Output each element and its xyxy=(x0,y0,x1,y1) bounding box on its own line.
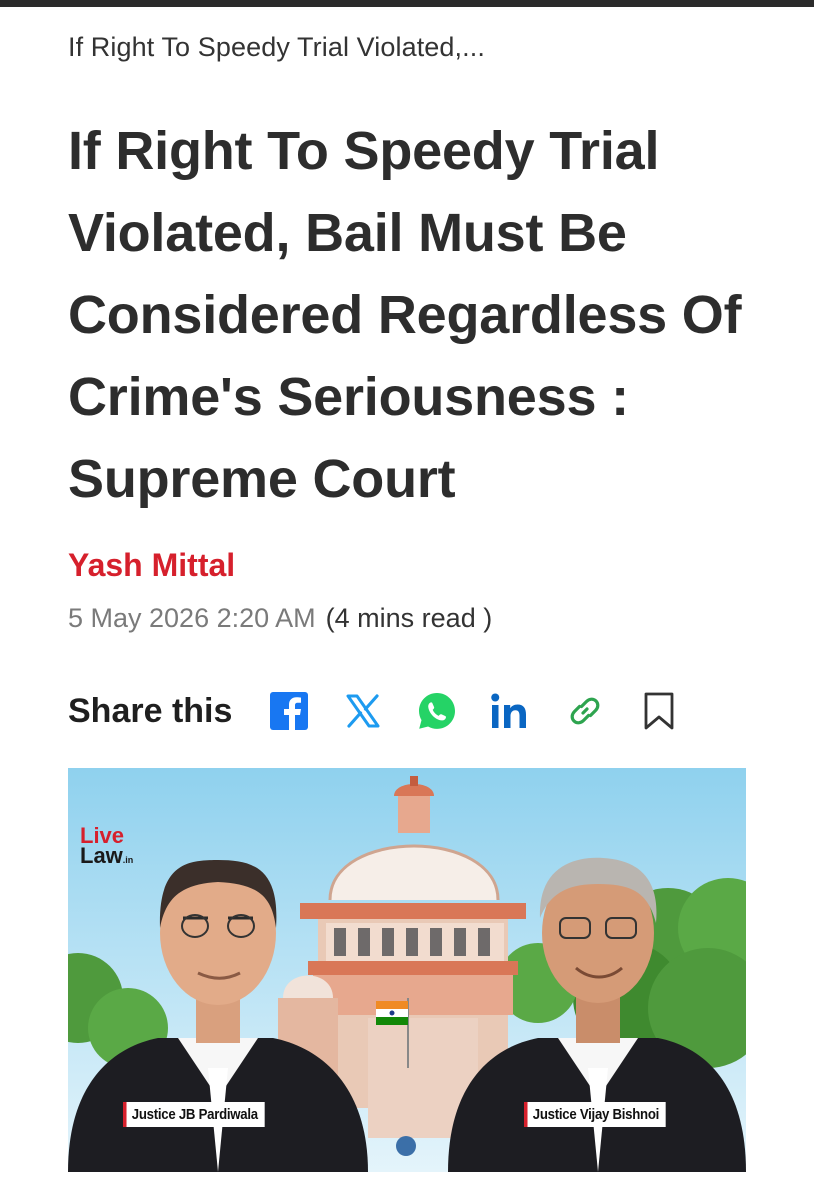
share-linkedin-button[interactable] xyxy=(488,688,534,734)
read-time: (4 mins read ) xyxy=(325,603,493,633)
emblem-icon xyxy=(396,1136,416,1156)
logo-line2: Law.in xyxy=(80,843,134,870)
article-headline: If Right To Speedy Trial Violated, Bail … xyxy=(68,121,742,509)
whatsapp-icon xyxy=(419,693,456,729)
article-meta: 5 May 2026 2:20 AM (4 mins read ) xyxy=(68,603,492,634)
copy-link-button[interactable] xyxy=(562,688,608,734)
bookmark-icon xyxy=(644,692,674,730)
share-whatsapp-button[interactable] xyxy=(414,688,460,734)
linkedin-icon xyxy=(491,693,527,728)
share-label: Share this xyxy=(68,691,233,730)
logo-suffix: .in xyxy=(122,855,134,865)
breadcrumb[interactable]: If Right To Speedy Trial Violated,... xyxy=(68,32,485,63)
x-icon xyxy=(346,694,380,728)
share-facebook-button[interactable] xyxy=(266,688,312,734)
caption-right: Justice Vijay Bishnoi xyxy=(524,1102,667,1127)
logo-line2-text: Law xyxy=(80,843,123,868)
share-bar: Share this xyxy=(68,688,710,734)
publish-date: 5 May 2026 2:20 AM xyxy=(68,603,316,633)
facebook-icon xyxy=(270,692,309,730)
share-x-button[interactable] xyxy=(340,688,386,734)
top-bar xyxy=(0,0,814,7)
livelaw-logo: Live Law.in xyxy=(80,825,134,870)
bookmark-button[interactable] xyxy=(636,688,682,734)
caption-left: Justice JB Pardiwala xyxy=(123,1102,265,1127)
link-icon xyxy=(570,697,600,725)
author-name[interactable]: Yash Mittal xyxy=(68,547,235,584)
hero-image: Live Law.in Justice JB Pardiwala Justice… xyxy=(68,768,746,1172)
